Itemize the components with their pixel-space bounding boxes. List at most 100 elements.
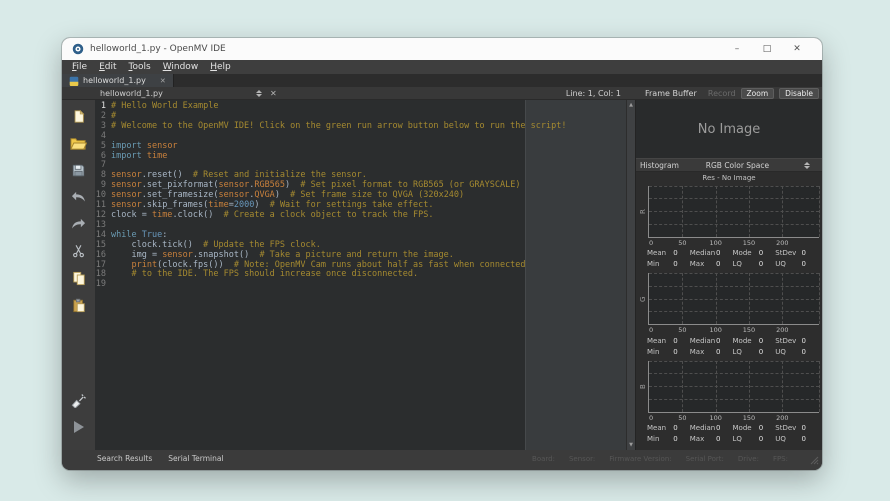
redo-button[interactable] bbox=[67, 212, 91, 236]
menu-item-file[interactable]: File bbox=[66, 62, 93, 72]
menu-item-help[interactable]: Help bbox=[204, 62, 237, 72]
copy-button[interactable] bbox=[67, 266, 91, 290]
menu-item-edit[interactable]: Edit bbox=[93, 62, 122, 72]
new-file-button[interactable] bbox=[67, 104, 91, 128]
connect-button[interactable] bbox=[67, 388, 91, 412]
status-board: Board: bbox=[532, 454, 555, 463]
frame-buffer-header: Frame Buffer Record Zoom Disable bbox=[635, 87, 822, 99]
x-axis-ticks: 0 50 100 150 200 bbox=[649, 413, 789, 422]
resolution-label: Res - No Image bbox=[702, 174, 756, 182]
code-line: 3 # Welcome to the OpenMV IDE! Click on t… bbox=[95, 121, 626, 132]
stat-uq: UQ 0 bbox=[775, 260, 806, 268]
paste-button[interactable] bbox=[67, 293, 91, 317]
histogram-stats: Mean 0 Median 0 Mode 0 StDev 0 Min 0 Max 0 LQ 0 UQ 0 bbox=[647, 335, 818, 357]
open-file-button[interactable] bbox=[67, 131, 91, 155]
document-toolbar: helloworld_1.py ✕ Line: 1, Col: 1 Frame … bbox=[62, 87, 822, 100]
histogram-stats: Mean 0 Median 0 Mode 0 StDev 0 Min 0 Max 0 LQ 0 UQ 0 bbox=[647, 248, 818, 270]
histogram-charts: R 0 50 100 150 200 Mean 0 Median 0 Mode 0 StDev 0 Min 0… bbox=[636, 183, 822, 450]
save-button[interactable] bbox=[67, 158, 91, 182]
plot-area bbox=[648, 360, 820, 413]
openmv-logo-icon bbox=[72, 43, 84, 55]
editor-scrollbar[interactable]: ▲ ▼ bbox=[626, 100, 635, 450]
stat-median: Median 0 bbox=[689, 249, 721, 257]
statusbar-tab-search-results[interactable]: Search Results bbox=[97, 454, 152, 463]
new-file-icon bbox=[74, 109, 84, 123]
stat-uq: UQ 0 bbox=[775, 435, 806, 443]
undo-icon bbox=[71, 191, 85, 202]
status-serial-port: Serial Port: bbox=[685, 454, 724, 463]
menu-item-tools[interactable]: Tools bbox=[123, 62, 157, 72]
color-space-spinner-icon[interactable] bbox=[804, 161, 810, 169]
y-axis-label: G bbox=[639, 296, 647, 302]
stat-lq: LQ 0 bbox=[732, 347, 764, 356]
minimize-button[interactable]: – bbox=[722, 44, 752, 54]
statusbar-tab-serial-terminal[interactable]: Serial Terminal bbox=[168, 454, 223, 463]
histogram-stats: Mean 0 Median 0 Mode 0 StDev 0 Min 0 Max 0 LQ 0 UQ 0 bbox=[647, 423, 818, 445]
code-line: 13 bbox=[95, 220, 626, 231]
scroll-down-icon[interactable]: ▼ bbox=[629, 442, 633, 448]
open-folder-icon bbox=[70, 138, 87, 150]
y-axis-label: B bbox=[639, 384, 647, 389]
status-firmware-version: Firmware Version: bbox=[609, 454, 672, 463]
status-sensor: Sensor: bbox=[568, 454, 596, 463]
stat-max: Max 0 bbox=[689, 347, 721, 356]
stat-mean: Mean 0 bbox=[647, 336, 678, 345]
stat-mean: Mean 0 bbox=[647, 424, 678, 432]
stat-median: Median 0 bbox=[689, 424, 721, 432]
y-axis-label: R bbox=[639, 209, 647, 214]
undo-button[interactable] bbox=[67, 185, 91, 209]
stat-lq: LQ 0 bbox=[732, 260, 764, 268]
tab-helloworld[interactable]: helloworld_1.py ✕ bbox=[62, 74, 174, 87]
code-line: 12 clock = time.clock() # Create a clock … bbox=[95, 209, 434, 220]
start-script-button[interactable] bbox=[67, 415, 91, 439]
copy-icon bbox=[72, 271, 85, 285]
zoom-button[interactable]: Zoom bbox=[740, 87, 775, 99]
run-play-icon bbox=[73, 421, 84, 433]
stat-uq: UQ 0 bbox=[775, 347, 806, 356]
resize-grip[interactable] bbox=[810, 456, 819, 465]
stat-stdev: StDev 0 bbox=[775, 336, 806, 345]
histogram-chart-G: G 0 50 100 150 200 Mean 0 Median 0 Mode 0 StDev 0 Min 0… bbox=[636, 273, 822, 358]
open-file-dropdown[interactable]: helloworld_1.py bbox=[100, 89, 248, 98]
close-button[interactable]: ✕ bbox=[782, 44, 812, 54]
tab-close-icon[interactable]: ✕ bbox=[160, 77, 166, 85]
scroll-up-icon[interactable]: ▲ bbox=[629, 102, 633, 108]
code-line: 6 import time bbox=[95, 151, 626, 162]
window-title: helloworld_1.py - OpenMV IDE bbox=[90, 44, 226, 54]
file-dropdown-spinner-icon[interactable] bbox=[256, 89, 262, 97]
stat-max: Max 0 bbox=[689, 435, 721, 443]
stat-min: Min 0 bbox=[647, 347, 678, 356]
connect-plug-icon bbox=[71, 394, 86, 408]
openmv-ide-window: helloworld_1.py - OpenMV IDE – □ ✕ File E… bbox=[62, 38, 822, 470]
plot-area bbox=[648, 273, 820, 325]
histogram-chart-R: R 0 50 100 150 200 Mean 0 Median 0 Mode 0 StDev 0 Min 0… bbox=[636, 185, 822, 271]
record-button[interactable]: Record bbox=[708, 89, 736, 98]
title-bar[interactable]: helloworld_1.py - OpenMV IDE – □ ✕ bbox=[62, 38, 822, 60]
redo-icon bbox=[72, 218, 86, 229]
no-image-label: No Image bbox=[697, 121, 761, 137]
stat-mean: Mean 0 bbox=[647, 249, 678, 257]
x-axis-ticks: 0 50 100 150 200 bbox=[649, 326, 789, 334]
menu-item-window[interactable]: Window bbox=[157, 62, 205, 72]
color-space-dropdown[interactable]: RGB Color Space bbox=[679, 161, 796, 170]
line-number: 19 bbox=[95, 279, 106, 290]
code-line: 18 # to the IDE. The FPS should increase… bbox=[95, 269, 419, 280]
save-floppy-icon bbox=[72, 164, 85, 176]
maximize-button[interactable]: □ bbox=[752, 44, 782, 54]
cut-button[interactable] bbox=[67, 239, 91, 263]
histogram-chart-B: B 0 50 100 150 200 Mean 0 Median 0 Mode 0 StDev 0 Min 0… bbox=[636, 360, 822, 446]
frame-buffer-view: No Image bbox=[636, 100, 822, 158]
disable-button[interactable]: Disable bbox=[779, 87, 819, 99]
stat-stdev: StDev 0 bbox=[775, 249, 806, 257]
cursor-position: Line: 1, Col: 1 bbox=[565, 88, 621, 98]
close-file-icon[interactable]: ✕ bbox=[270, 89, 277, 98]
tab-bar: helloworld_1.py ✕ bbox=[62, 74, 822, 87]
cut-scissors-icon bbox=[73, 245, 84, 258]
line-number: 16 bbox=[95, 249, 106, 260]
frame-buffer-title: Frame Buffer bbox=[645, 88, 697, 98]
left-toolbar bbox=[62, 100, 95, 450]
frame-buffer-panel: No Image Histogram RGB Color Space Res -… bbox=[635, 100, 822, 450]
stat-min: Min 0 bbox=[647, 260, 678, 268]
status-bar: Search Results Serial Terminal Board: Sens… bbox=[62, 450, 822, 470]
code-editor[interactable]: 1 # Hello World Example 2 #3 # Welcome to th… bbox=[95, 100, 626, 450]
